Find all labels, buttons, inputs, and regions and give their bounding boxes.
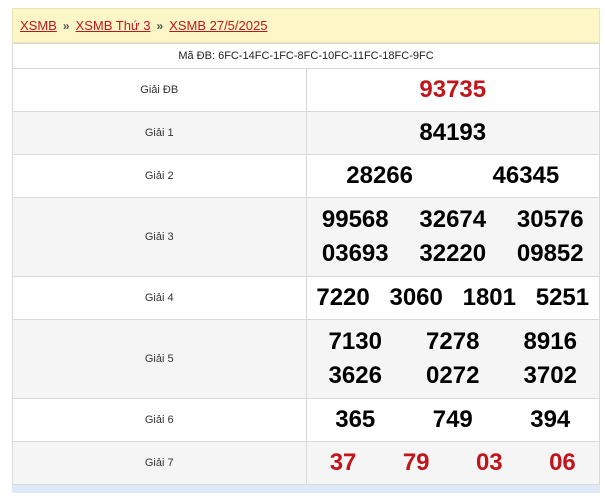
prize-number: 84193 bbox=[419, 119, 487, 146]
prize-number: 3626 bbox=[328, 362, 382, 389]
results-table: Mã ĐB: 6FC-14FC-1FC-8FC-10FC-11FC-18FC-9… bbox=[12, 43, 600, 485]
prize-number: 32220 bbox=[419, 240, 487, 267]
prize-row-db: Giải ĐB 93735 bbox=[12, 68, 600, 112]
prize-number: 0272 bbox=[426, 362, 480, 389]
prize-number: 365 bbox=[335, 406, 376, 433]
results-panel: XSMB » XSMB Thứ 3 » XSMB 27/5/2025 Mã ĐB… bbox=[12, 8, 600, 501]
prize-number: 46345 bbox=[492, 162, 560, 189]
prize-number: 37 bbox=[329, 449, 357, 476]
prize-number: 1801 bbox=[462, 284, 516, 311]
prize-number: 3060 bbox=[389, 284, 443, 311]
special-code-label: Mã ĐB: bbox=[178, 50, 216, 62]
prize-numbers-db: 93735 bbox=[305, 68, 600, 112]
prize-number: 7278 bbox=[426, 328, 480, 355]
prize-row-g5: Giải 5 7130 7278 8916 3626 0272 3702 bbox=[12, 319, 600, 399]
prize-number: 28266 bbox=[346, 162, 413, 189]
prize-number: 7130 bbox=[328, 328, 382, 355]
prize-numbers-g7: 37 79 03 06 bbox=[305, 441, 600, 485]
prize-name-g7: Giải 7 bbox=[12, 441, 307, 485]
prize-name-g4: Giải 4 bbox=[12, 276, 307, 320]
prize-number: 03 bbox=[475, 449, 503, 476]
breadcrumb-separator: » bbox=[62, 18, 70, 33]
prize-row-g4: Giải 4 7220 3060 1801 5251 bbox=[12, 276, 600, 320]
prize-row-g7: Giải 7 37 79 03 06 bbox=[12, 441, 600, 485]
prize-number: 93735 bbox=[419, 76, 487, 103]
breadcrumb-link-xsmb[interactable]: XSMB bbox=[20, 18, 57, 33]
prize-name-g2: Giải 2 bbox=[12, 154, 307, 198]
prize-row-g6: Giải 6 365 749 394 bbox=[12, 398, 600, 442]
special-code-value: 6FC-14FC-1FC-8FC-10FC-11FC-18FC-9FC bbox=[218, 50, 434, 62]
prize-name-g3: Giải 3 bbox=[12, 197, 307, 277]
prize-number: 06 bbox=[549, 449, 576, 476]
breadcrumb-link-weekday[interactable]: XSMB Thứ 3 bbox=[76, 18, 151, 33]
prize-row-g2: Giải 2 28266 46345 bbox=[12, 154, 600, 198]
prize-number: 5251 bbox=[535, 284, 590, 311]
footer-strip bbox=[12, 485, 600, 493]
prize-numbers-g6: 365 749 394 bbox=[305, 398, 600, 442]
prize-name-g1: Giải 1 bbox=[12, 111, 307, 155]
prize-numbers-g2: 28266 46345 bbox=[305, 154, 600, 198]
prize-numbers-g5: 7130 7278 8916 3626 0272 3702 bbox=[305, 319, 600, 399]
breadcrumb: XSMB » XSMB Thứ 3 » XSMB 27/5/2025 bbox=[12, 8, 600, 43]
prize-number: 749 bbox=[432, 406, 473, 433]
prize-numbers-g1: 84193 bbox=[305, 111, 600, 155]
prize-number: 03693 bbox=[321, 240, 389, 267]
prize-name-db: Giải ĐB bbox=[12, 68, 307, 112]
prize-number: 7220 bbox=[316, 284, 370, 311]
prize-row-g3: Giải 3 99568 32674 30576 03693 32220 098… bbox=[12, 197, 600, 277]
prize-numbers-g3: 99568 32674 30576 03693 32220 09852 bbox=[305, 197, 600, 277]
prize-name-g6: Giải 6 bbox=[12, 398, 307, 442]
prize-number: 30576 bbox=[516, 206, 584, 233]
prize-row-g1: Giải 1 84193 bbox=[12, 111, 600, 155]
breadcrumb-separator: » bbox=[156, 18, 164, 33]
prize-number: 79 bbox=[402, 449, 430, 476]
special-code-cell: Mã ĐB: 6FC-14FC-1FC-8FC-10FC-11FC-18FC-9… bbox=[12, 43, 600, 69]
prize-number: 394 bbox=[530, 406, 571, 433]
prize-number: 32674 bbox=[419, 206, 487, 233]
prize-numbers-g4: 7220 3060 1801 5251 bbox=[305, 276, 600, 320]
breadcrumb-link-date[interactable]: XSMB 27/5/2025 bbox=[169, 18, 267, 33]
prize-name-g5: Giải 5 bbox=[12, 319, 307, 399]
special-code-row: Mã ĐB: 6FC-14FC-1FC-8FC-10FC-11FC-18FC-9… bbox=[12, 43, 600, 69]
prize-number: 8916 bbox=[523, 328, 577, 355]
prize-number: 09852 bbox=[516, 240, 584, 267]
prize-number: 99568 bbox=[321, 206, 389, 233]
prize-number: 3702 bbox=[523, 362, 577, 389]
